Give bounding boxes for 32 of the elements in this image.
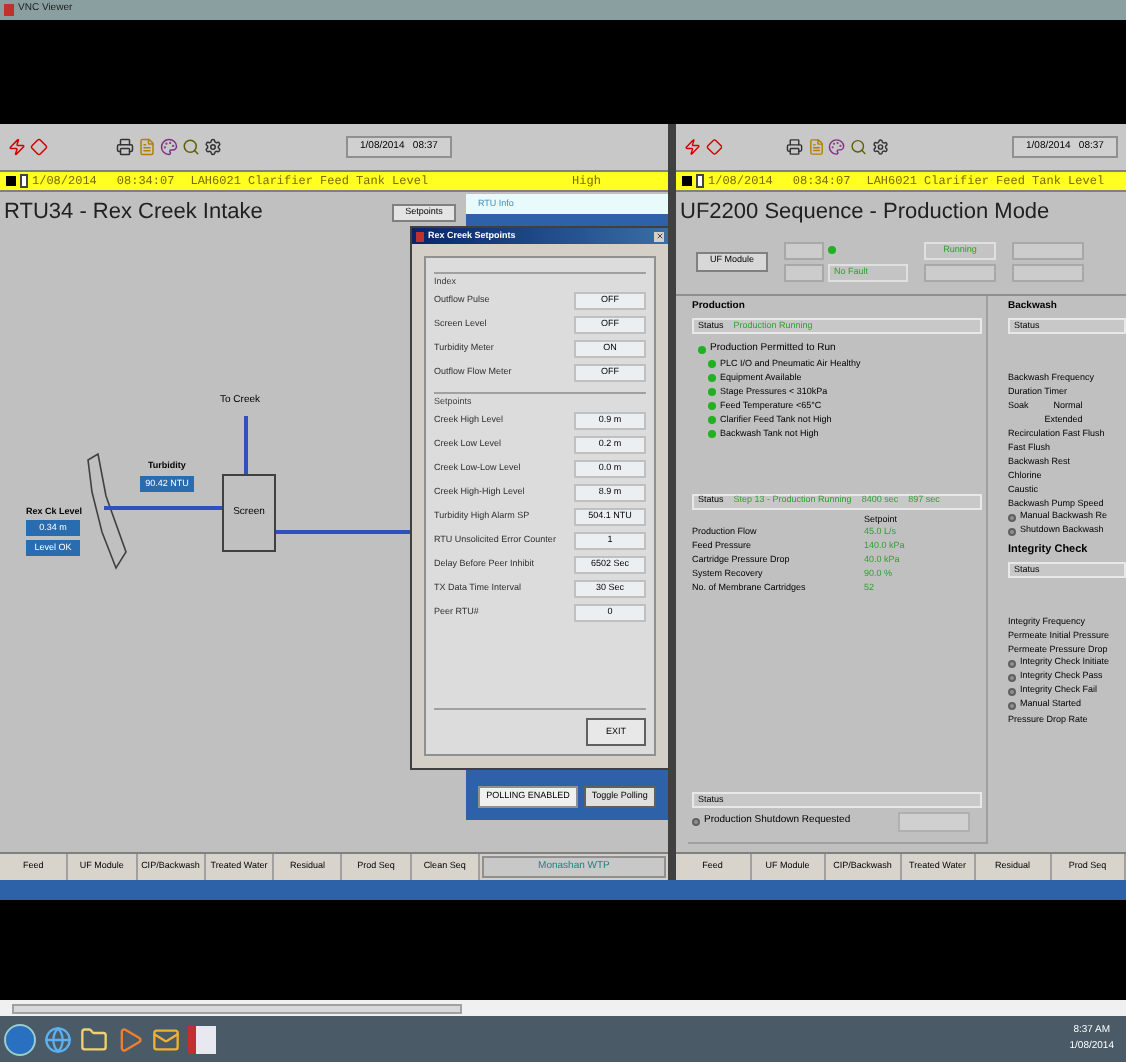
app-icon [4,4,14,16]
app-icon [416,231,424,241]
screen-title: UF2200 Sequence - Production Mode [678,198,1052,228]
play-icon[interactable] [116,1025,144,1053]
printer-icon[interactable] [116,138,134,156]
close-button[interactable] [654,231,664,241]
screen-title: RTU34 - Rex Creek Intake [4,198,263,228]
horizontal-scrollbar[interactable] [0,1000,1126,1016]
scrollbar-thumb[interactable] [12,1003,462,1013]
viewer-icon[interactable] [188,1025,216,1053]
pipe-line [244,416,248,474]
diamond-icon[interactable] [705,138,723,156]
lightning-icon[interactable] [8,138,26,156]
printer-icon[interactable] [786,138,804,156]
creek-outline-drawing [86,452,130,572]
palette-icon[interactable] [160,138,178,156]
page-icon [20,174,28,188]
diamond-icon[interactable] [30,138,48,156]
mail-icon[interactable] [152,1025,180,1053]
page-icon [696,174,704,188]
settings-icon[interactable] [871,138,889,156]
settings-icon[interactable] [204,138,222,156]
search-icon[interactable] [182,138,200,156]
globe-icon[interactable] [44,1025,72,1053]
square-icon [6,176,16,186]
palette-icon[interactable] [828,138,846,156]
square-icon [682,176,692,186]
start-button[interactable] [4,1023,36,1055]
folder-icon[interactable] [80,1025,108,1053]
lightning-icon[interactable] [684,138,702,156]
search-icon[interactable] [849,138,867,156]
pipe-line [104,506,222,510]
